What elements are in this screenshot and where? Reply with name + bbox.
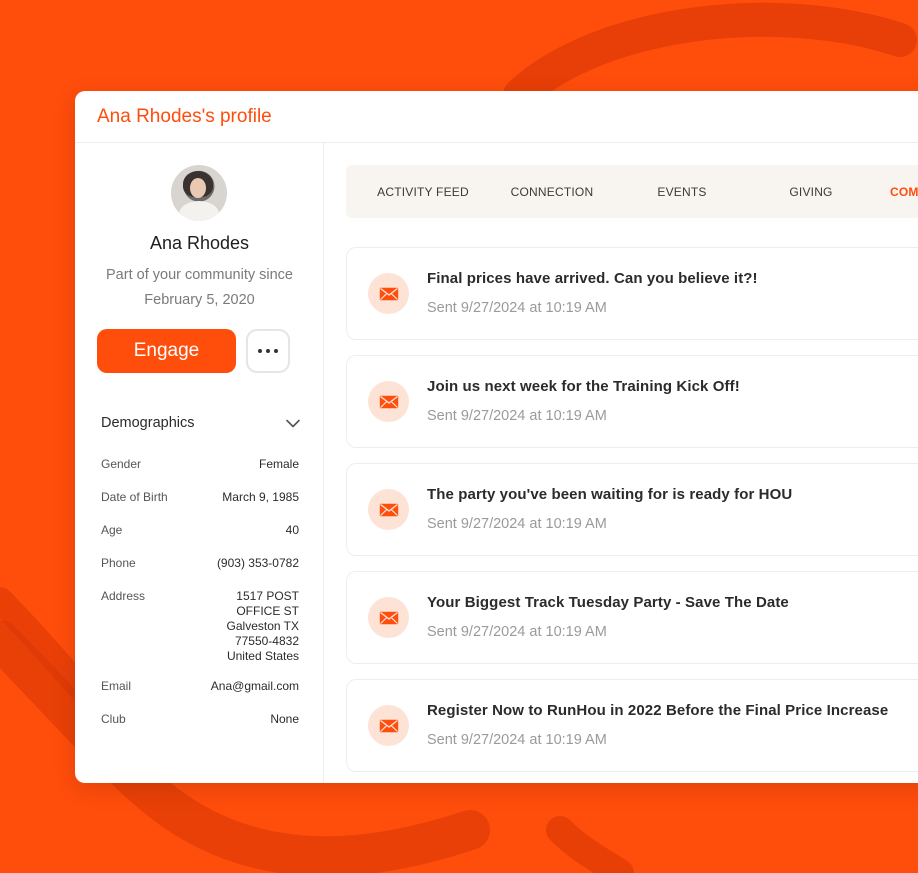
message-title: Your Biggest Track Tuesday Party - Save … (427, 594, 789, 611)
message-item[interactable]: Your Biggest Track Tuesday Party - Save … (346, 571, 918, 664)
message-title: Register Now to RunHou in 2022 Before th… (427, 702, 889, 719)
more-horizontal-icon (258, 349, 262, 353)
tab-events[interactable]: EVENTS (617, 165, 747, 218)
message-title: The party you've been waiting for is rea… (427, 486, 793, 503)
card-header: Ana Rhodes's profile (75, 91, 918, 143)
profile-sidebar: Ana Rhodes Part of your community since … (75, 143, 324, 783)
demo-label: Address (101, 589, 146, 603)
message-item[interactable]: The party you've been waiting for is rea… (346, 463, 918, 556)
mail-icon (368, 381, 409, 422)
tab-giving[interactable]: GIVING (746, 165, 876, 218)
message-sent-time: Sent 9/27/2024 at 10:19 AM (427, 624, 607, 640)
member-since: Part of your community since February 5,… (75, 263, 324, 313)
mail-icon (368, 273, 409, 314)
message-sent-time: Sent 9/27/2024 at 10:19 AM (427, 300, 607, 316)
mail-icon (368, 597, 409, 638)
tab-communications[interactable]: COM (886, 165, 918, 218)
demo-row-dob: Date of Birth March 9, 1985 (101, 490, 299, 504)
main-content: ACTIVITY FEED CONNECTION EVENTS GIVING C… (325, 143, 918, 783)
message-item[interactable]: Register Now to RunHou in 2022 Before th… (346, 679, 918, 772)
avatar (171, 165, 227, 221)
demographics-toggle[interactable]: Demographics (101, 415, 300, 431)
chevron-down-icon (286, 419, 300, 428)
message-title: Join us next week for the Training Kick … (427, 378, 740, 395)
demo-value: March 9, 1985 (222, 490, 299, 504)
member-since-date: February 5, 2020 (144, 292, 255, 308)
demo-value: Female (258, 457, 299, 471)
page-title: Ana Rhodes's profile (97, 105, 272, 127)
more-options-button[interactable] (246, 329, 290, 373)
person-name: Ana Rhodes (149, 233, 250, 253)
message-item[interactable]: Final prices have arrived. Can you belie… (346, 247, 918, 340)
message-sent-time: Sent 9/27/2024 at 10:19 AM (427, 408, 607, 424)
demo-row-email: Email Ana@gmail.com (101, 679, 299, 693)
demo-label: Club (101, 712, 126, 726)
demo-value-address: 1517 POST OFFICE ST Galveston TX 77550-4… (226, 589, 299, 663)
demo-row-gender: Gender Female (101, 457, 299, 471)
demo-value: None (270, 712, 299, 726)
demo-label: Email (101, 679, 132, 693)
engage-button[interactable]: Engage (97, 329, 236, 373)
message-title: Final prices have arrived. Can you belie… (427, 270, 758, 287)
demo-label: Phone (101, 556, 136, 570)
demo-label: Age (101, 523, 123, 537)
demo-row-phone: Phone (903) 353-0782 (101, 556, 299, 570)
message-sent-time: Sent 9/27/2024 at 10:19 AM (427, 516, 607, 532)
demo-label: Gender (101, 457, 142, 471)
message-sent-time: Sent 9/27/2024 at 10:19 AM (427, 732, 607, 748)
mail-icon (368, 489, 409, 530)
member-since-label: Part of your community since (106, 267, 293, 283)
demo-value: 40 (285, 523, 299, 537)
tab-connection[interactable]: CONNECTION (487, 165, 617, 218)
demo-value: (903) 353-0782 (216, 556, 299, 570)
demographics-title: Demographics (101, 415, 195, 431)
demo-row-age: Age 40 (101, 523, 299, 537)
demo-row-club: Club None (101, 712, 299, 726)
mail-icon (368, 705, 409, 746)
demo-row-address: Address 1517 POST OFFICE ST Galveston TX… (101, 589, 299, 664)
tab-activity-feed[interactable]: ACTIVITY FEED (358, 165, 488, 218)
demo-value: Ana@gmail.com (210, 679, 299, 693)
message-item[interactable]: Join us next week for the Training Kick … (346, 355, 918, 448)
profile-card: Ana Rhodes's profile Ana Rhodes Part of … (75, 91, 918, 783)
tab-bar: ACTIVITY FEED CONNECTION EVENTS GIVING C… (346, 165, 918, 218)
demo-label: Date of Birth (101, 490, 168, 504)
